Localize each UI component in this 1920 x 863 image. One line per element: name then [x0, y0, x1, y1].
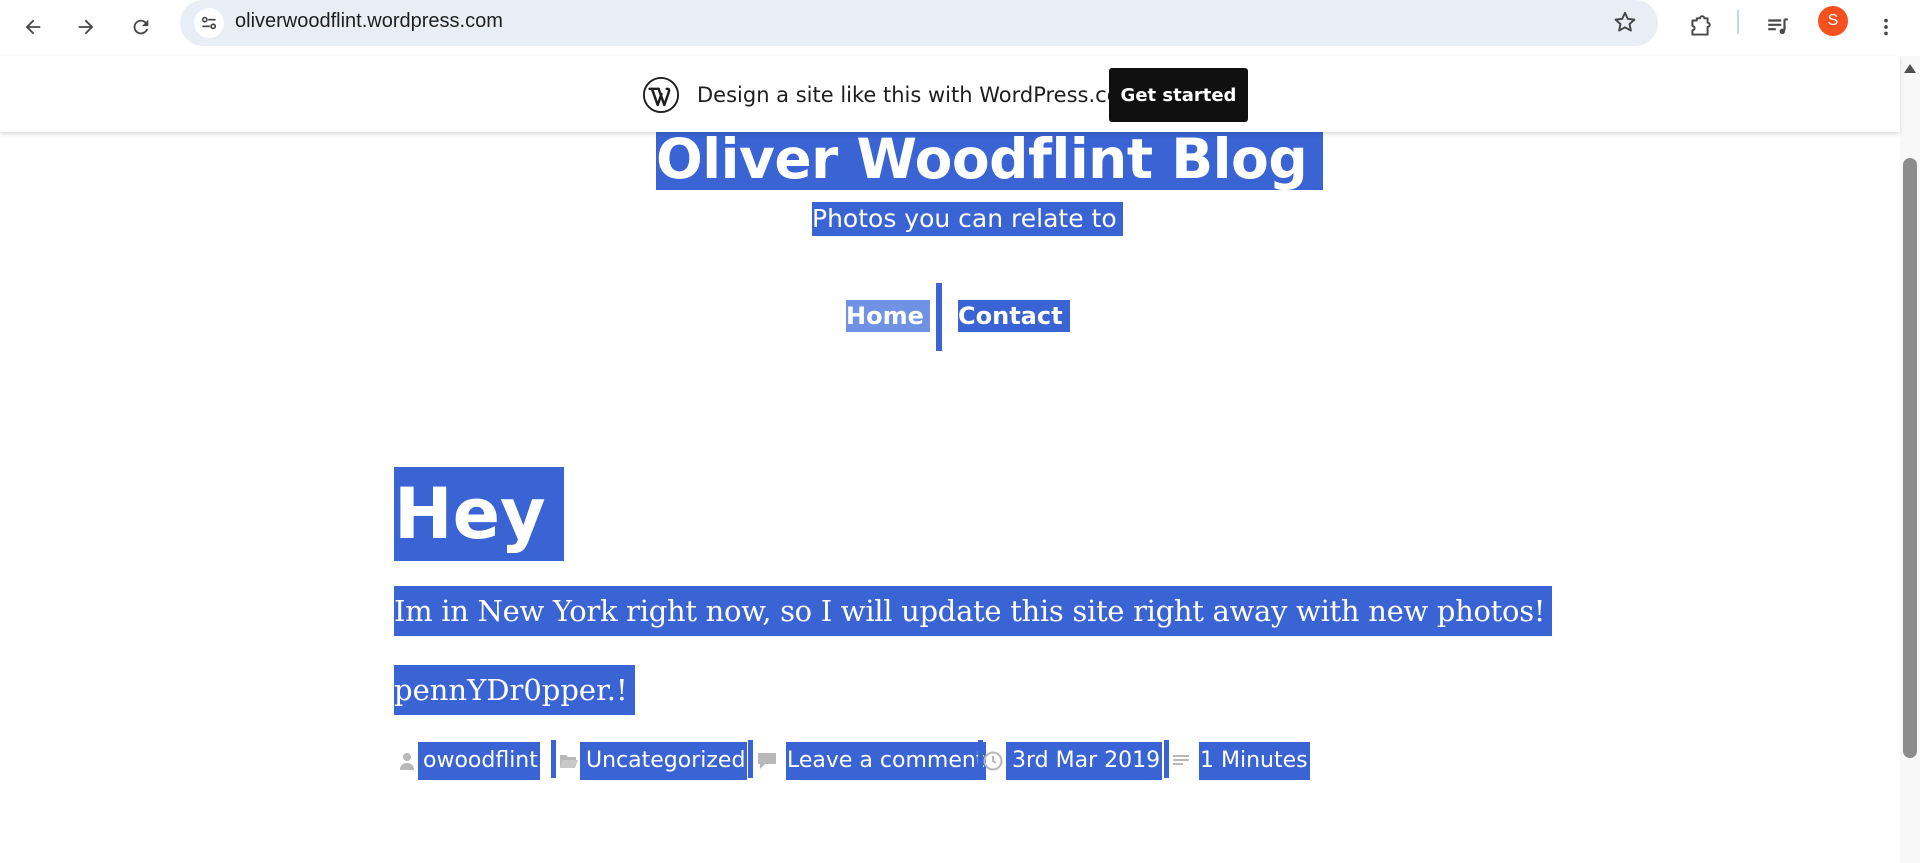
comment-icon	[756, 749, 778, 773]
nav-item-contact[interactable]: Contact	[958, 300, 1070, 332]
post-category-link[interactable]: Uncategorized	[580, 742, 748, 780]
puzzle-icon	[1691, 15, 1711, 36]
back-button[interactable]	[13, 7, 53, 47]
post-date-link[interactable]: 3rd Mar 2019	[1006, 742, 1163, 780]
post-author-link[interactable]: owoodflint	[418, 742, 540, 780]
reload-icon	[133, 19, 149, 35]
wordpress-logo-icon	[642, 76, 680, 114]
queue-music-icon	[1768, 18, 1788, 35]
reload-button[interactable]	[121, 7, 161, 47]
scrollbar-thumb[interactable]	[1903, 158, 1917, 758]
meta-divider	[551, 740, 556, 778]
reading-time-icon	[1170, 749, 1192, 773]
forward-button[interactable]	[66, 7, 106, 47]
meta-divider	[1164, 740, 1169, 778]
wordpress-banner: Design a site like this with WordPress.c…	[0, 56, 1900, 132]
get-started-button[interactable]: Get started	[1109, 68, 1248, 122]
browser-menu-button[interactable]	[1866, 7, 1906, 47]
meta-divider	[748, 740, 753, 778]
site-info-button[interactable]	[194, 8, 224, 38]
site-tagline: Photos you can relate to	[812, 202, 1123, 236]
folder-icon	[558, 749, 580, 773]
media-controls-button[interactable]	[1758, 7, 1798, 47]
post-paragraph: Im in New York right now, so I will upda…	[394, 586, 1553, 636]
profile-avatar[interactable]: S	[1818, 6, 1848, 36]
banner-text: Design a site like this with WordPress.c…	[697, 83, 1140, 107]
scroll-up-arrow-icon[interactable]	[1904, 64, 1916, 73]
clock-icon	[982, 749, 1004, 773]
address-bar[interactable]: oliverwoodflint.wordpress.com	[180, 0, 1658, 46]
post-read-time: 1 Minutes	[1199, 742, 1310, 780]
url-text[interactable]: oliverwoodflint.wordpress.com	[235, 10, 503, 33]
arrow-left-icon	[25, 19, 41, 35]
user-icon	[396, 749, 418, 773]
tune-icon	[201, 16, 217, 30]
arrow-right-icon	[78, 19, 94, 35]
more-vert-icon	[1884, 18, 1888, 36]
bookmark-button[interactable]	[1612, 9, 1638, 40]
nav-item-home[interactable]: Home	[846, 300, 930, 332]
browser-toolbar: oliverwoodflint.wordpress.com S	[0, 0, 1920, 56]
post-title[interactable]: Hey	[394, 467, 564, 561]
post-comments-link[interactable]: Leave a comment	[786, 742, 987, 780]
toolbar-divider	[1737, 10, 1739, 34]
site-title[interactable]: Oliver Woodflint Blog	[656, 128, 1324, 190]
star-icon	[1614, 11, 1636, 32]
post-paragraph: pennYDr0pper.!	[394, 665, 635, 715]
menu-divider	[936, 283, 942, 351]
extensions-button[interactable]	[1680, 7, 1720, 47]
